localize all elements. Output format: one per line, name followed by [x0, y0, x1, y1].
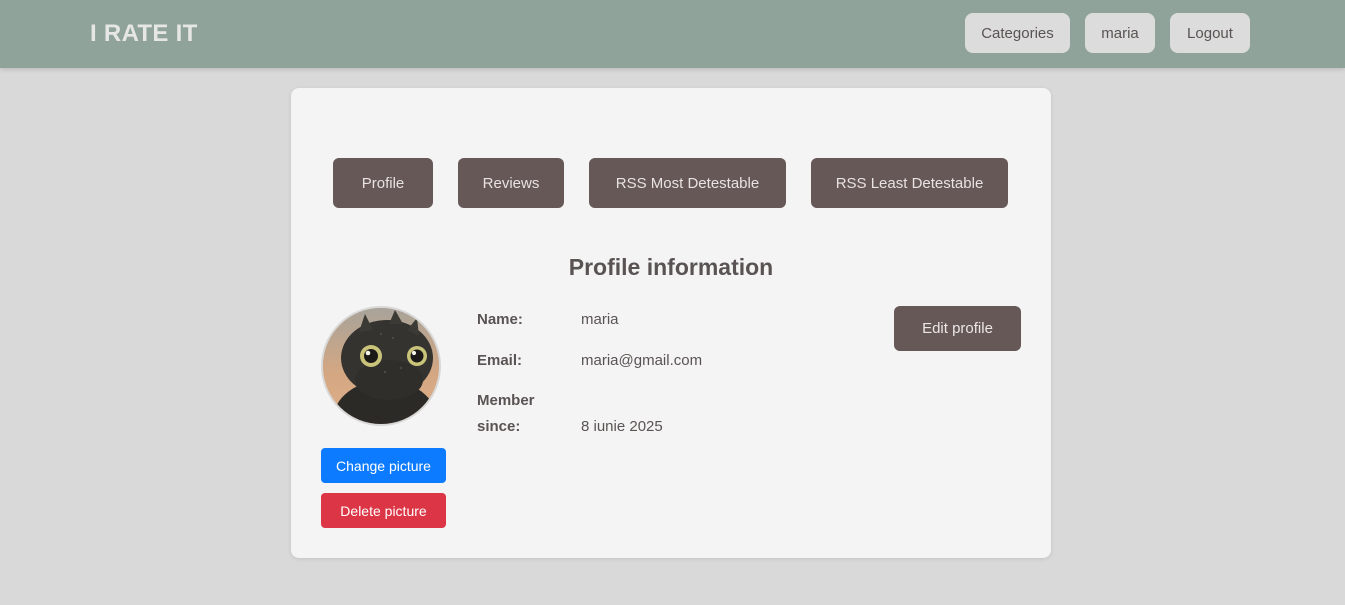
email-value: maria@gmail.com: [581, 352, 703, 369]
member-since-label-line1: Member: [477, 392, 535, 409]
member-since-label-line2: since:: [477, 418, 521, 435]
page-title: Profile information: [568, 254, 774, 280]
profile-card: Profile Reviews RSS Most Detestable RSS …: [291, 88, 1051, 558]
avatar: [321, 306, 441, 426]
member-since-value: 8 iunie 2025: [581, 418, 663, 435]
top-navbar: I RATE IT Categories maria Logout: [0, 0, 1345, 68]
dragon-avatar-image: [323, 308, 439, 424]
edit-profile-button[interactable]: Edit profile: [894, 306, 1021, 351]
change-picture-button[interactable]: Change picture: [321, 448, 446, 483]
tab-rss-most-detestable[interactable]: RSS Most Detestable: [589, 158, 786, 208]
name-label: Name:: [477, 311, 523, 328]
delete-picture-button[interactable]: Delete picture: [321, 493, 446, 528]
logout-button[interactable]: Logout: [1170, 13, 1250, 53]
name-value: maria: [581, 311, 619, 328]
tab-profile[interactable]: Profile: [333, 158, 433, 208]
tab-reviews[interactable]: Reviews: [458, 158, 564, 208]
user-button[interactable]: maria: [1085, 13, 1155, 53]
categories-button[interactable]: Categories: [965, 13, 1070, 53]
email-label: Email:: [477, 352, 523, 369]
brand-logo[interactable]: I RATE IT: [90, 20, 198, 48]
tab-rss-least-detestable[interactable]: RSS Least Detestable: [811, 158, 1008, 208]
